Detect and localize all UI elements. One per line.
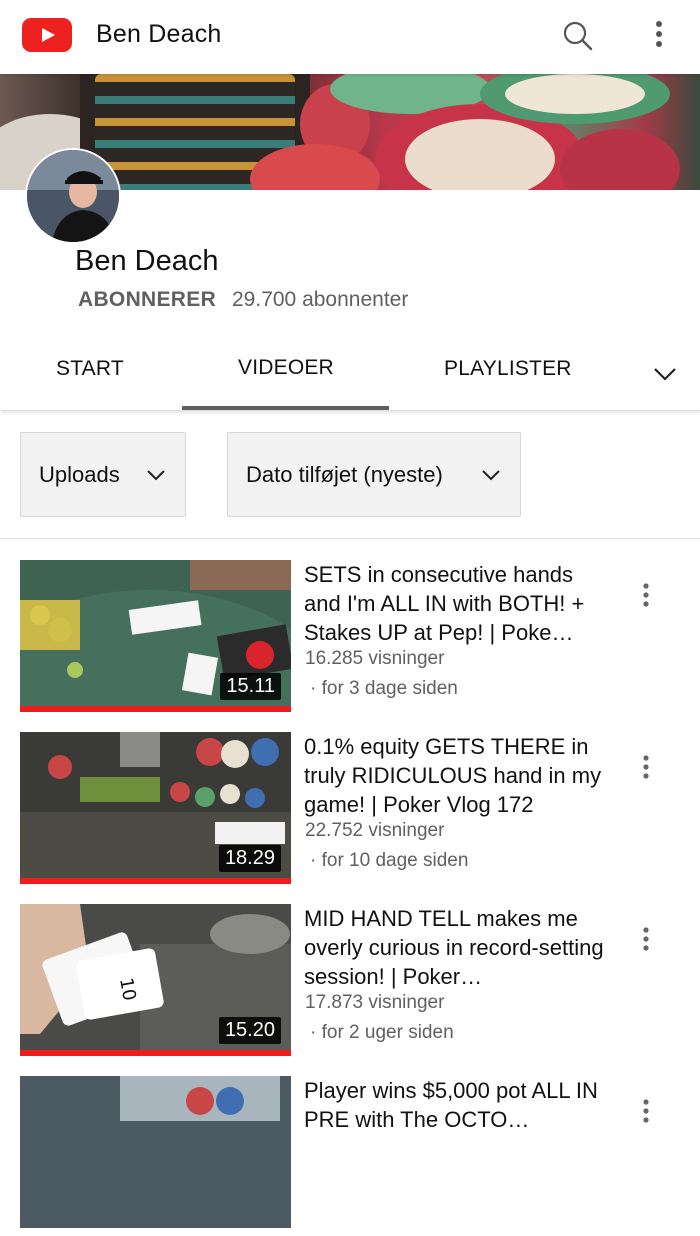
channel-avatar[interactable]	[25, 148, 121, 244]
top-app-bar: Ben Deach	[0, 0, 700, 74]
sort-dropdown[interactable]: Dato tilføjet (nyeste)	[227, 432, 521, 517]
more-vert-icon[interactable]	[634, 752, 658, 786]
video-duration: 15.20	[218, 1017, 281, 1044]
uploads-dropdown-label: Uploads	[39, 461, 120, 487]
chevron-down-icon	[482, 470, 500, 481]
app-bar-title: Ben Deach	[96, 20, 222, 48]
chevron-down-icon[interactable]	[648, 357, 682, 391]
video-age: · for 10 dage siden	[310, 850, 469, 871]
svg-text:10: 10	[115, 976, 140, 1002]
video-duration: 15.11	[220, 673, 281, 700]
watch-progress-bar	[20, 706, 291, 712]
video-views: 22.752 visninger	[305, 820, 445, 841]
tab-start[interactable]: START	[56, 357, 124, 381]
video-views: 16.285 visninger	[305, 648, 445, 669]
uploads-dropdown[interactable]: Uploads	[20, 432, 186, 517]
video-duration: 18.29	[218, 845, 281, 872]
youtube-logo-icon[interactable]	[22, 18, 72, 52]
video-list-item[interactable]: 15.11 SETS in consecutive hands and I'm …	[0, 560, 700, 720]
divider	[0, 538, 700, 539]
video-thumbnail[interactable]	[20, 1076, 291, 1228]
channel-name: Ben Deach	[75, 245, 219, 277]
more-vert-icon[interactable]	[634, 580, 658, 614]
video-title[interactable]: 0.1% equity GETS THERE in truly RIDICULO…	[304, 732, 614, 819]
watch-progress-bar	[20, 878, 291, 884]
video-thumbnail[interactable]: 10 15.20	[20, 904, 291, 1056]
more-vert-icon[interactable]	[634, 1096, 658, 1130]
video-title[interactable]: SETS in consecutive hands and I'm ALL IN…	[304, 560, 614, 647]
subscriber-count: 29.700 abonnenter	[232, 288, 409, 311]
video-title[interactable]: MID HAND TELL makes me overly curious in…	[304, 904, 614, 991]
video-age: · for 3 dage siden	[310, 678, 458, 699]
video-title[interactable]: Player wins $5,000 pot ALL IN PRE with T…	[304, 1076, 614, 1134]
video-age: · for 2 uger siden	[310, 1022, 454, 1043]
video-views: 17.873 visninger	[305, 992, 445, 1013]
video-thumbnail[interactable]: 15.11	[20, 560, 291, 712]
chevron-down-icon	[147, 470, 165, 481]
watch-progress-bar	[20, 1050, 291, 1056]
subscribe-button[interactable]: ABONNERER	[78, 288, 216, 312]
sort-dropdown-label: Dato tilføjet (nyeste)	[246, 461, 443, 487]
tab-playlists[interactable]: PLAYLISTER	[444, 357, 572, 381]
channel-tabs: START VIDEOER PLAYLISTER	[0, 335, 700, 411]
video-list-item[interactable]: 18.29 0.1% equity GETS THERE in truly RI…	[0, 732, 700, 892]
video-thumbnail[interactable]: 18.29	[20, 732, 291, 884]
video-list-item[interactable]: Player wins $5,000 pot ALL IN PRE with T…	[0, 1076, 700, 1236]
video-list-item[interactable]: 10 15.20 MID HAND TELL makes me overly c…	[0, 904, 700, 1064]
tab-videos[interactable]: VIDEOER	[238, 356, 334, 380]
search-icon[interactable]	[558, 17, 598, 57]
more-vert-icon[interactable]	[634, 924, 658, 958]
more-vert-icon[interactable]	[643, 17, 675, 57]
active-tab-indicator	[182, 406, 389, 410]
